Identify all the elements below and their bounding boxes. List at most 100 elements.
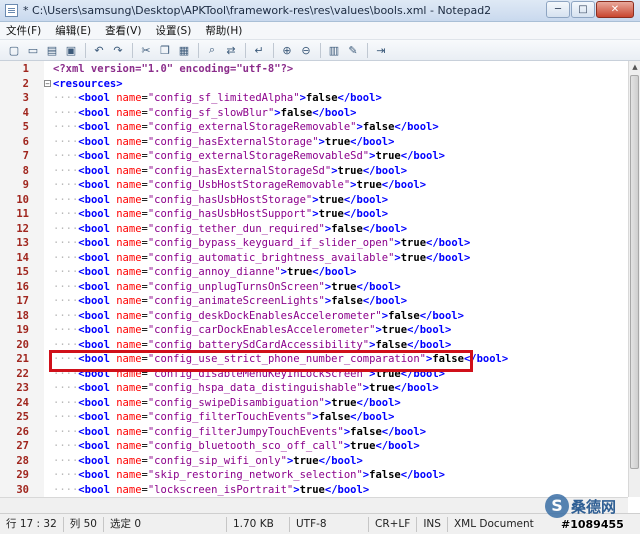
code-text: ····<bool name="config_sf_slowBlur">fals…	[53, 106, 357, 121]
bool-tag-end: </bool>	[362, 222, 408, 235]
title-bar: * C:\Users\samsung\Desktop\APKTool\frame…	[0, 0, 640, 22]
indent-dots: ····	[53, 222, 79, 235]
scheme-icon[interactable]: ▥	[325, 42, 343, 59]
new-icon[interactable]: ▢	[5, 42, 23, 59]
code-text: ····<bool name="config_sip_wifi_only">tr…	[53, 454, 363, 469]
code-text: ····<bool name="config_automatic_brightn…	[53, 251, 470, 266]
line-number: 1	[22, 63, 29, 75]
cut-icon[interactable]: ✂	[137, 42, 155, 59]
bool-tag-open: <bool	[78, 382, 117, 394]
bool-tag-end: </bool>	[426, 237, 471, 249]
code-line: 2 − <resources>	[0, 77, 628, 92]
exit-icon[interactable]: ⇥	[372, 42, 390, 59]
bool-tag-open: <bool	[78, 121, 117, 133]
code-line: 29 ····<bool name="skip_restoring_network…	[0, 468, 628, 483]
code-line: 3 ····<bool name="config_sf_limitedAlpha"…	[0, 91, 628, 106]
replace-icon[interactable]: ⇄	[222, 42, 240, 59]
indent-dots: ····	[53, 382, 79, 394]
find-icon[interactable]: ⌕	[203, 42, 221, 59]
editor-area[interactable]: 1 <?xml version="1.0" encoding="utf-8"?> 2…	[0, 61, 628, 497]
attr-name: name	[116, 251, 142, 264]
status-bar: 行 17 : 32 列 50 选定 0 1.70 KB UTF-8 CR+LF …	[0, 513, 640, 534]
menu-file[interactable]: 文件(F)	[6, 23, 41, 38]
code-text: <?xml version="1.0" encoding="utf-8"?>	[53, 62, 293, 77]
browse-icon[interactable]: ▤	[43, 42, 61, 59]
bool-tag-open: <bool	[78, 106, 117, 119]
line-number: 22	[16, 367, 29, 380]
code-text: ····<bool name="config_annoy_dianne">tru…	[53, 265, 357, 280]
code-text: ····<bool name="config_externalStorageRe…	[53, 120, 439, 135]
code-line: 10 ····<bool name="config_hasUsbHostStora…	[0, 193, 628, 208]
line-number: 6	[22, 135, 29, 148]
minimize-button[interactable]: ─	[546, 1, 570, 18]
copy-icon[interactable]: ❐	[156, 42, 174, 59]
customize-icon[interactable]: ✎	[344, 42, 362, 59]
paste-icon[interactable]: ▦	[175, 42, 193, 59]
indent-dots: ····	[53, 251, 79, 264]
indent-dots: ····	[53, 469, 79, 481]
indent-dots: ····	[53, 92, 79, 104]
attr-value: "config_hasExternalStorage"	[147, 135, 319, 148]
attr-name: name	[116, 92, 142, 104]
bool-tag-open: <bool	[78, 164, 117, 177]
status-mode: INS	[417, 516, 448, 532]
undo-icon[interactable]: ↶	[90, 42, 108, 59]
indent-dots: ····	[53, 396, 79, 409]
line-number: 21	[16, 353, 29, 365]
status-column: 列 50	[64, 516, 104, 532]
menu-settings[interactable]: 设置(S)	[155, 23, 191, 38]
zoom-in-icon[interactable]: ⊕	[278, 42, 296, 59]
bool-tag-end: </bool>	[394, 121, 439, 133]
line-number: 9	[22, 179, 29, 191]
attr-name: name	[116, 396, 142, 409]
line-number: 24	[16, 396, 29, 409]
bool-value: false	[375, 338, 408, 351]
code-lines: 1 <?xml version="1.0" encoding="utf-8"?> 2…	[0, 62, 628, 497]
vertical-scrollbar[interactable]: ▲	[628, 61, 640, 497]
menu-help[interactable]: 帮助(H)	[205, 23, 242, 38]
line-number: 3	[22, 92, 29, 104]
scroll-up-icon[interactable]: ▲	[629, 61, 640, 73]
scroll-thumb[interactable]	[630, 75, 639, 469]
zoom-out-icon[interactable]: ⊖	[297, 42, 315, 59]
line-number: 11	[16, 208, 29, 220]
maximize-button[interactable]: □	[571, 1, 595, 18]
code-text: ····<bool name="config_carDockEnablesAcc…	[53, 323, 451, 338]
bool-tag-open: <bool	[78, 251, 117, 264]
attr-name: name	[116, 425, 142, 438]
bool-tag-end: </bool>	[407, 324, 452, 336]
bool-tag-open: <bool	[78, 396, 117, 409]
save-icon[interactable]: ▣	[62, 42, 80, 59]
menu-bar: 文件(F) 编辑(E) 查看(V) 设置(S) 帮助(H)	[0, 22, 640, 40]
code-text: ····<bool name="config_externalStorageRe…	[53, 149, 445, 164]
close-button[interactable]: ✕	[596, 1, 634, 18]
horizontal-scrollbar[interactable]	[0, 497, 628, 513]
menu-edit[interactable]: 编辑(E)	[55, 23, 91, 38]
bool-value: false	[280, 106, 313, 119]
menu-view[interactable]: 查看(V)	[105, 23, 141, 38]
line-number: 14	[16, 251, 29, 264]
bool-tag-open: <bool	[78, 280, 117, 293]
bool-value: true	[286, 266, 313, 278]
code-text: ····<bool name="config_UsbHostStorageRem…	[53, 178, 426, 193]
bool-tag-end: </bool>	[381, 179, 427, 191]
attr-value: "config_externalStorageRemovableSd"	[147, 150, 370, 162]
redo-icon[interactable]: ↷	[109, 42, 127, 59]
open-icon[interactable]: ▭	[24, 42, 42, 59]
xml-declaration: <?xml version="1.0" encoding="utf-8"?>	[53, 63, 294, 75]
code-text: ····<bool name="config_sf_limitedAlpha">…	[53, 91, 382, 106]
code-line: 1 <?xml version="1.0" encoding="utf-8"?>	[0, 62, 628, 77]
attr-value: "lockscreen_isPortrait"	[147, 483, 294, 496]
toolbar-separator	[367, 42, 368, 58]
indent-dots: ····	[53, 295, 79, 307]
wordwrap-icon[interactable]: ↵	[250, 42, 268, 59]
indent-dots: ····	[53, 338, 79, 351]
bool-tag-open: <bool	[78, 150, 117, 162]
bool-value: true	[318, 193, 344, 206]
code-line: 24 ····<bool name="config_swipeDisambigua…	[0, 396, 628, 411]
bool-tag-open: <bool	[78, 222, 117, 235]
line-number: 10	[16, 193, 29, 206]
bool-tag-open: <bool	[78, 440, 117, 452]
code-line: 25 ····<bool name="config_filterTouchEven…	[0, 410, 628, 425]
fold-toggle-icon[interactable]: −	[44, 79, 51, 87]
